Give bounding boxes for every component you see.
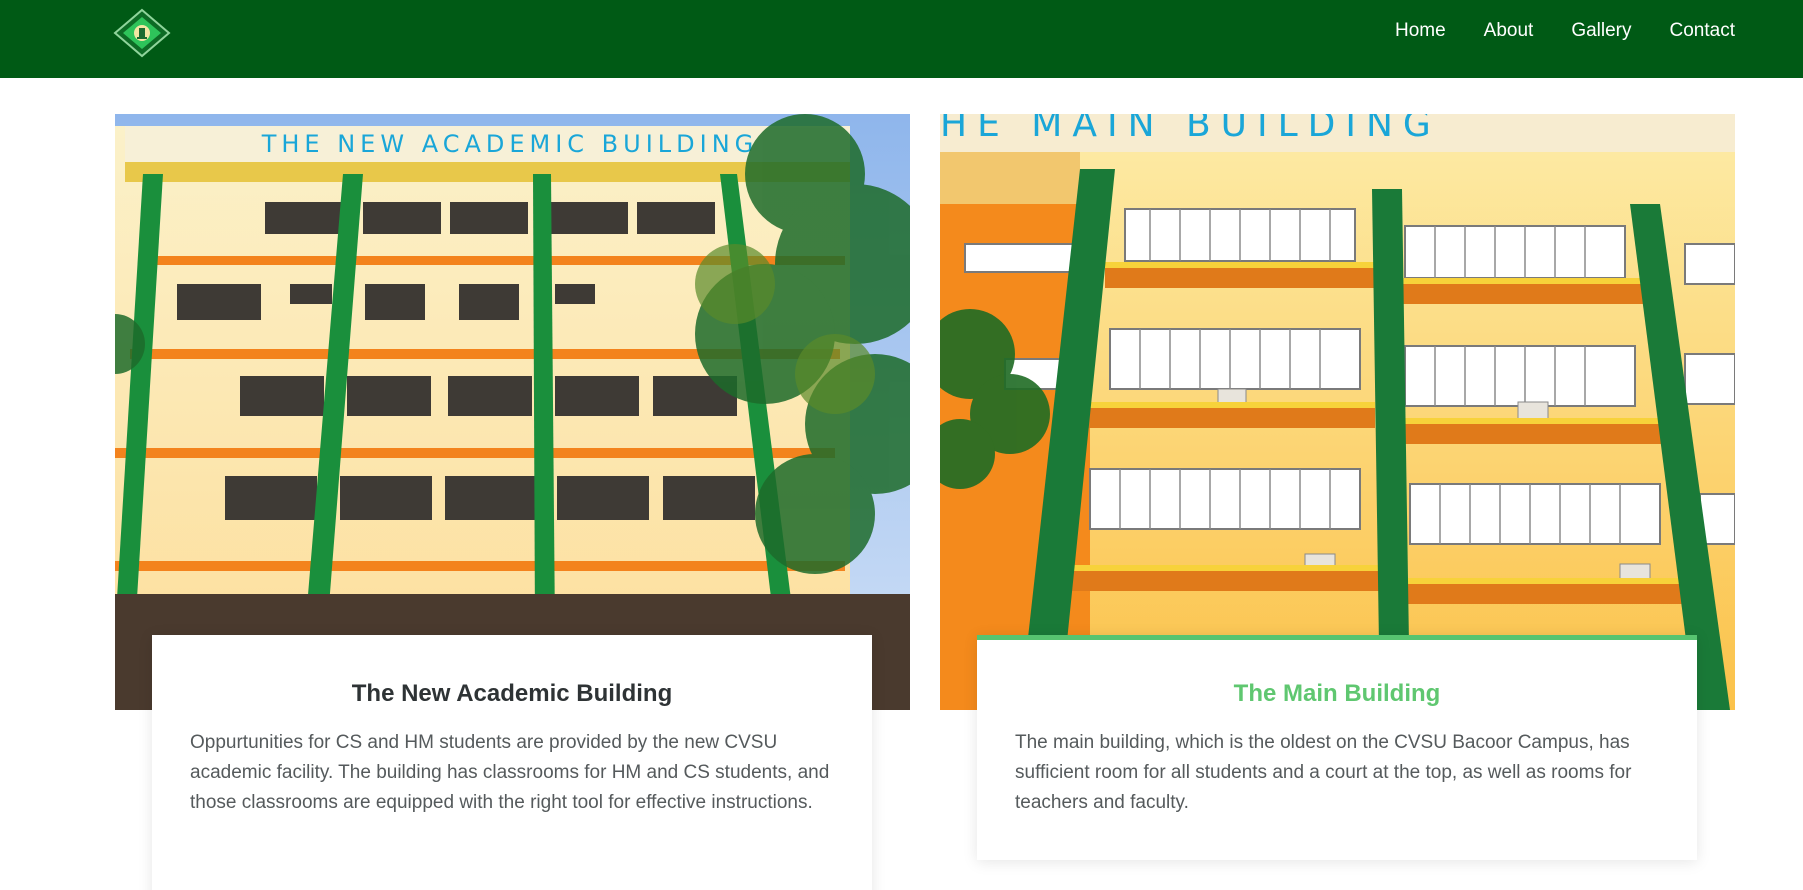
academic-building-sign: THE NEW ACADEMIC BUILDING (261, 130, 759, 158)
new-academic-building-photo: THE NEW ACADEMIC BUILDING (115, 114, 910, 710)
nav-about-link[interactable]: About (1484, 20, 1534, 42)
card-title[interactable]: The Main Building (977, 680, 1697, 708)
main-building-photo: HE MAIN BUILDING (940, 114, 1735, 710)
main-building-card: The Main Building The main building, whi… (977, 635, 1697, 860)
new-academic-building-card: The New Academic Building Oppurtunities … (152, 635, 872, 890)
card-description: Oppurtunities for CS and HM students are… (190, 732, 830, 813)
card-title[interactable]: The New Academic Building (152, 680, 872, 708)
card-description: The main building, which is the oldest o… (1015, 732, 1632, 813)
nav-contact-link[interactable]: Contact (1670, 20, 1735, 42)
main-building-sign: HE MAIN BUILDING (940, 114, 1441, 145)
nav-gallery-link[interactable]: Gallery (1571, 20, 1631, 42)
nav-home-link[interactable]: Home (1395, 20, 1446, 42)
navbar: Home About Gallery Contact (0, 0, 1803, 78)
main-nav: Home About Gallery Contact (1357, 20, 1735, 42)
cvsu-seal-icon[interactable] (113, 8, 171, 58)
